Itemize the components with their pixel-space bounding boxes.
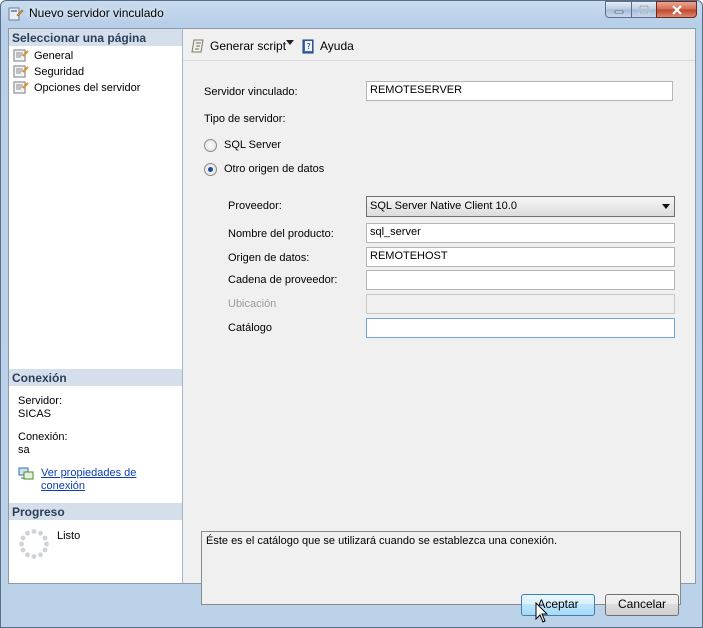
provider-string-input[interactable] <box>366 270 675 290</box>
sql-server-radio[interactable] <box>204 139 217 152</box>
data-source-input[interactable]: REMOTEHOST <box>366 247 675 267</box>
svg-text:?: ? <box>307 42 311 51</box>
catalog-label: Catálogo <box>228 322 273 334</box>
connection-value: sa <box>18 444 30 456</box>
script-icon <box>191 39 204 53</box>
help-book-icon: ? <box>302 39 314 54</box>
sidebar-item-seguridad[interactable]: Seguridad <box>13 64 84 79</box>
right-panel: Generar script ? Ayuda Servidor vinculad… <box>183 29 695 605</box>
link-line1: Ver propiedades de <box>41 467 137 479</box>
sql-server-radio-label[interactable]: SQL Server <box>224 139 281 151</box>
other-source-radio-label[interactable]: Otro origen de datos <box>224 163 324 175</box>
location-label: Ubicación <box>228 298 277 310</box>
generate-script-label: Generar script <box>210 39 287 53</box>
progress-status: Listo <box>57 530 81 542</box>
location-input <box>366 294 675 314</box>
data-source-label: Origen de datos: <box>228 252 310 264</box>
maximize-icon <box>639 5 649 14</box>
general-form: Servidor vinculado: REMOTESERVER Tipo de… <box>183 65 695 605</box>
minimize-button[interactable] <box>605 1 632 18</box>
close-icon <box>671 4 682 15</box>
linked-server-label: Servidor vinculado: <box>204 86 298 98</box>
page-icon <box>13 65 29 78</box>
close-button[interactable] <box>656 1 697 18</box>
generate-script-button[interactable]: Generar script <box>191 38 286 54</box>
provider-label: Proveedor: <box>228 200 282 212</box>
server-type-label: Tipo de servidor: <box>204 113 286 125</box>
sidebar-item-label: Opciones del servidor <box>34 81 141 94</box>
minimize-icon <box>614 10 623 13</box>
progress-header: Progreso <box>9 503 182 520</box>
linked-server-icon <box>8 7 24 21</box>
ok-button[interactable]: Aceptar <box>521 594 595 616</box>
mouse-cursor-icon <box>535 602 549 623</box>
title-bar[interactable]: Nuevo servidor vinculado <box>1 1 702 26</box>
maximize-button[interactable] <box>631 1 657 18</box>
window-title: Nuevo servidor vinculado <box>29 6 164 20</box>
product-name-input[interactable]: sql_server <box>366 223 675 243</box>
link-line2: conexión <box>41 480 86 492</box>
server-label: Servidor: <box>18 395 63 407</box>
connection-header: Conexión <box>9 369 182 386</box>
generate-script-dropdown[interactable] <box>286 40 294 46</box>
left-panel: Seleccionar una página General Seguridad… <box>9 29 183 583</box>
progress-spinner-icon <box>19 529 49 559</box>
server-value: SICAS <box>18 408 52 420</box>
page-icon <box>13 49 29 62</box>
product-name-label: Nombre del producto: <box>228 228 334 240</box>
help-label: Ayuda <box>320 39 354 53</box>
chevron-down-icon <box>286 40 294 45</box>
catalog-input[interactable] <box>366 318 675 338</box>
sidebar-item-label: General <box>34 49 74 62</box>
sidebar-item-general[interactable]: General <box>13 48 73 63</box>
cancel-button[interactable]: Cancelar <box>605 594 679 616</box>
connection-properties-icon <box>18 467 34 480</box>
view-connection-properties-link[interactable]: Ver propiedades de conexión <box>41 467 161 493</box>
dialog-client-area: Seleccionar una página General Seguridad… <box>8 28 696 605</box>
dialog-window: Nuevo servidor vinculado Seleccionar una… <box>0 0 703 628</box>
other-source-radio[interactable] <box>204 163 217 176</box>
select-page-header: Seleccionar una página <box>9 29 182 46</box>
sidebar-item-label: Seguridad <box>34 65 85 78</box>
provider-string-label: Cadena de proveedor: <box>228 274 338 286</box>
field-description-text: Éste es el catálogo que se utilizará cua… <box>206 535 558 547</box>
sidebar-item-opciones[interactable]: Opciones del servidor <box>13 80 140 95</box>
provider-select[interactable]: SQL Server Native Client 10.0 <box>366 196 675 217</box>
provider-selected-value: SQL Server Native Client 10.0 <box>370 200 517 212</box>
help-button[interactable]: ? Ayuda <box>301 38 354 54</box>
linked-server-input[interactable]: REMOTESERVER <box>366 81 673 101</box>
connection-label: Conexión: <box>18 431 68 443</box>
page-icon <box>13 81 29 94</box>
dropdown-arrow-icon <box>662 204 670 209</box>
toolbar: Generar script ? Ayuda <box>183 29 695 61</box>
